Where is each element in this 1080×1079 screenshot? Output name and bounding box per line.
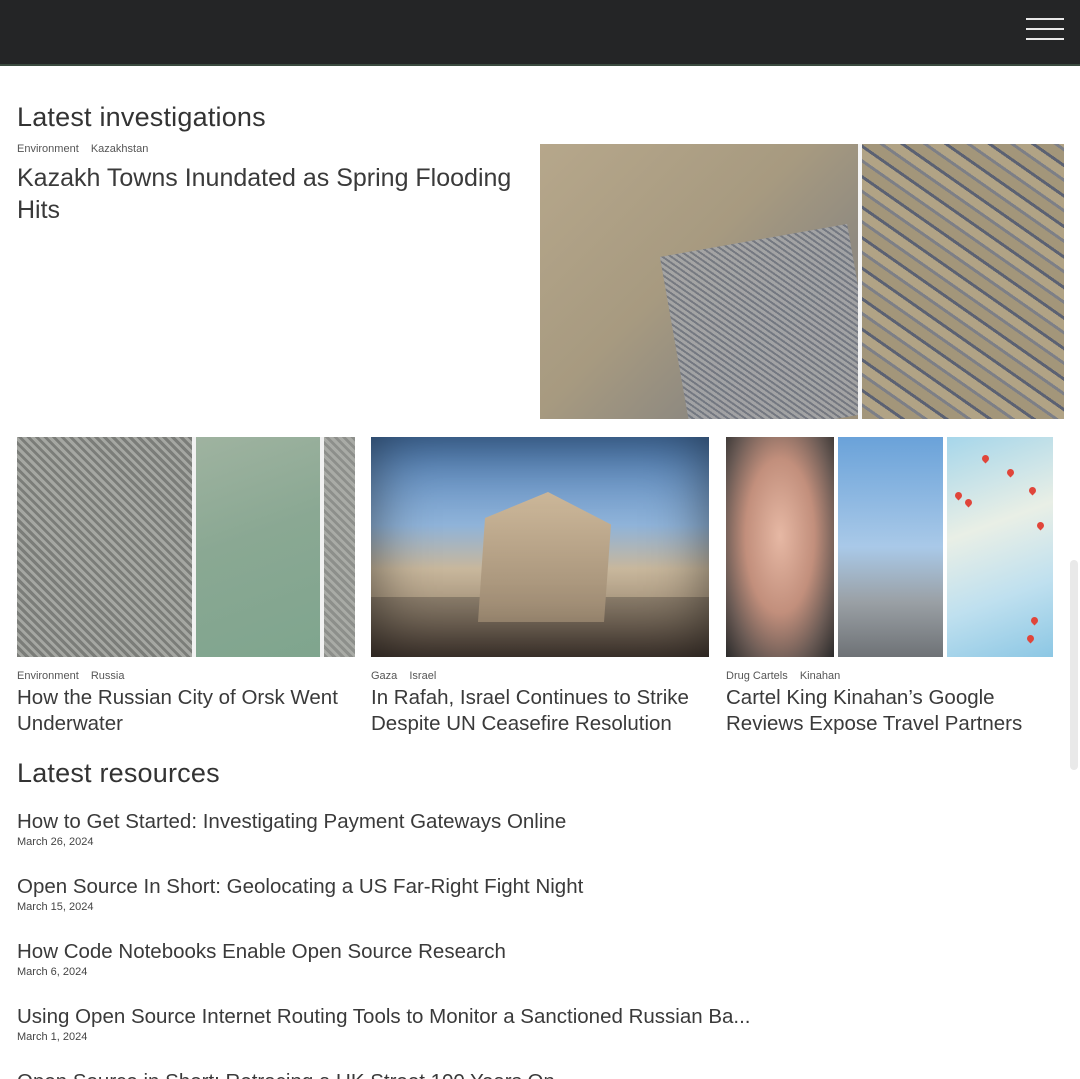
tag-link[interactable]: Environment — [17, 670, 79, 682]
hamburger-menu-icon[interactable] — [1026, 18, 1064, 48]
flood-satellite-image — [540, 144, 881, 419]
tag-link[interactable]: Drug Cartels — [726, 670, 788, 682]
article-card-tags: Gaza Israel — [371, 670, 709, 682]
page-scrollbar[interactable] — [1070, 560, 1078, 770]
resource-title[interactable]: Open Source in Short: Retracing a UK Str… — [17, 1069, 1063, 1079]
resource-date: March 1, 2024 — [17, 1031, 88, 1043]
resource-title[interactable]: How Code Notebooks Enable Open Source Re… — [17, 939, 1063, 965]
article-card-tags: Environment Russia — [17, 670, 355, 682]
article-card-title[interactable]: In Rafah, Israel Continues to Strike Des… — [371, 685, 709, 737]
feature-tags: Environment Kazakhstan — [17, 143, 148, 155]
latest-resources-heading: Latest resources — [17, 758, 220, 788]
resource-title[interactable]: Using Open Source Internet Routing Tools… — [17, 1004, 1063, 1030]
feature-article-title[interactable]: Kazakh Towns Inundated as Spring Floodin… — [17, 162, 542, 226]
resource-item[interactable]: Open Source in Short: Retracing a UK Str… — [17, 1069, 1063, 1079]
tag-link[interactable]: Gaza — [371, 670, 397, 682]
article-card-image[interactable] — [371, 437, 709, 657]
tag-link[interactable]: Israel — [409, 670, 436, 682]
article-card[interactable]: Gaza Israel In Rafah, Israel Continues t… — [371, 437, 709, 737]
portrait-image — [726, 437, 834, 657]
article-card-title[interactable]: How the Russian City of Orsk Went Underw… — [17, 685, 355, 737]
tag-link[interactable]: Environment — [17, 143, 79, 155]
article-card-image[interactable] — [726, 437, 1064, 657]
top-navigation-bar — [0, 0, 1080, 66]
article-card-title[interactable]: Cartel King Kinahan’s Google Reviews Exp… — [726, 685, 1064, 737]
resource-date: March 6, 2024 — [17, 966, 88, 978]
article-card[interactable]: Environment Russia How the Russian City … — [17, 437, 355, 737]
tag-link[interactable]: Kinahan — [800, 670, 840, 682]
resource-date: March 26, 2024 — [17, 836, 94, 848]
latest-investigations-heading: Latest investigations — [17, 102, 266, 132]
map-image — [947, 437, 1053, 657]
feature-article-image[interactable] — [540, 144, 1064, 419]
resource-title[interactable]: Open Source In Short: Geolocating a US F… — [17, 874, 1063, 900]
resource-title[interactable]: How to Get Started: Investigating Paymen… — [17, 809, 1063, 835]
airplane-image — [838, 437, 1050, 657]
resource-item[interactable]: Open Source In Short: Geolocating a US F… — [17, 874, 1063, 913]
article-card-image[interactable] — [17, 437, 355, 657]
article-card-tags: Drug Cartels Kinahan — [726, 670, 1064, 682]
flooded-town-closeup-image — [862, 144, 1064, 419]
resource-item[interactable]: How Code Notebooks Enable Open Source Re… — [17, 939, 1063, 978]
tag-link[interactable]: Kazakhstan — [91, 143, 148, 155]
resource-date: March 15, 2024 — [17, 901, 94, 913]
tag-link[interactable]: Russia — [91, 670, 125, 682]
article-card[interactable]: Drug Cartels Kinahan Cartel King Kinahan… — [726, 437, 1064, 737]
resource-item[interactable]: How to Get Started: Investigating Paymen… — [17, 809, 1063, 848]
resource-item[interactable]: Using Open Source Internet Routing Tools… — [17, 1004, 1063, 1043]
